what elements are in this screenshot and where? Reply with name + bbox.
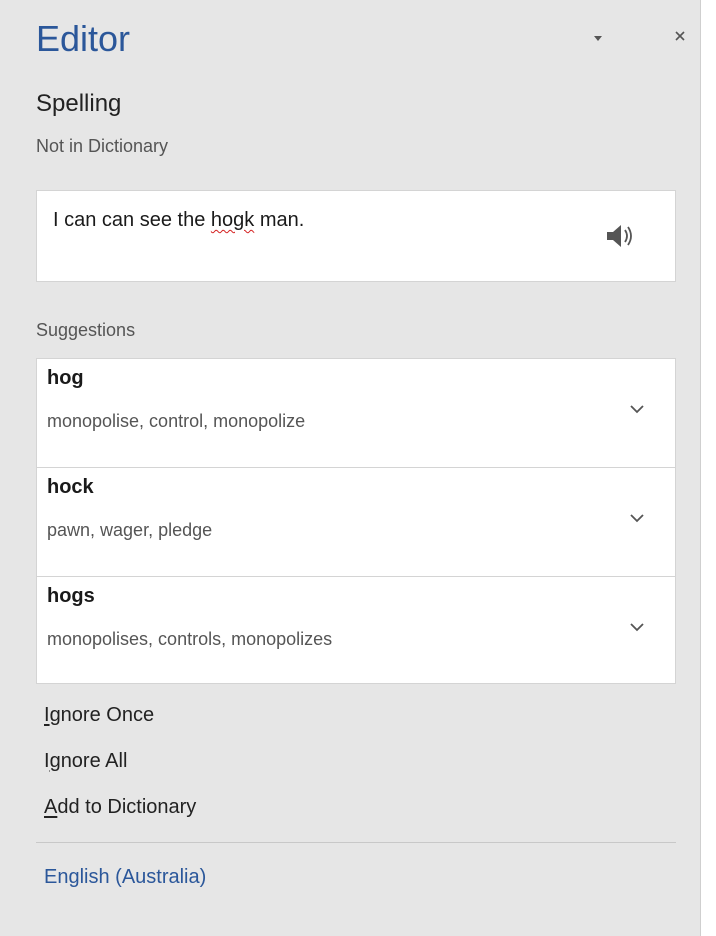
ignore-all-label: nore All [60,750,128,772]
suggestions-list: hog monopolise, control, monopolize hock… [36,358,676,684]
editor-pane: Editor Spelling Not in Dictionary I can … [0,0,701,936]
context-after: man. [254,209,305,231]
suggestion-word: hogs [47,585,95,607]
ignore-once-button[interactable]: Ignore Once [44,704,154,727]
add-to-dictionary-accelerator: A [44,796,58,818]
context-sentence: I can can see the hogk man. [53,209,304,232]
ignore-once-label: gnore Once [49,704,155,726]
ignore-all-accelerator: g [49,750,61,772]
add-to-dictionary-button[interactable]: Add to Dictionary [44,796,196,819]
speaker-icon[interactable] [603,221,637,251]
suggestion-synonyms: pawn, wager, pledge [47,520,213,540]
pane-title: Editor [36,18,131,59]
chevron-down-icon[interactable] [629,621,645,633]
suggestion-item-hogs[interactable]: hogs monopolises, controls, monopolizes [37,577,675,683]
close-icon[interactable] [668,24,692,48]
divider [36,842,676,843]
context-sentence-box: I can can see the hogk man. [36,190,676,282]
suggestion-word: hog [47,367,84,389]
suggestion-synonyms: monopolises, controls, monopolizes [47,629,333,649]
suggestion-item-hock[interactable]: hock pawn, wager, pledge [37,468,675,577]
chevron-down-icon[interactable] [629,403,645,415]
section-title: Spelling [36,90,122,117]
section-subtitle: Not in Dictionary [36,136,169,156]
language-link[interactable]: English (Australia) [44,866,206,889]
misspelled-word: hogk [210,209,255,231]
context-before: I can can see the [53,209,211,231]
suggestion-word: hock [47,476,94,498]
ignore-all-button[interactable]: Ignore All [44,750,127,773]
pane-options-chevron-down-icon[interactable] [594,36,602,41]
suggestion-item-hog[interactable]: hog monopolise, control, monopolize [37,359,675,468]
suggestions-label: Suggestions [36,320,136,340]
add-to-dictionary-label: dd to Dictionary [57,796,197,818]
chevron-down-icon[interactable] [629,512,645,524]
suggestion-synonyms: monopolise, control, monopolize [47,411,306,431]
